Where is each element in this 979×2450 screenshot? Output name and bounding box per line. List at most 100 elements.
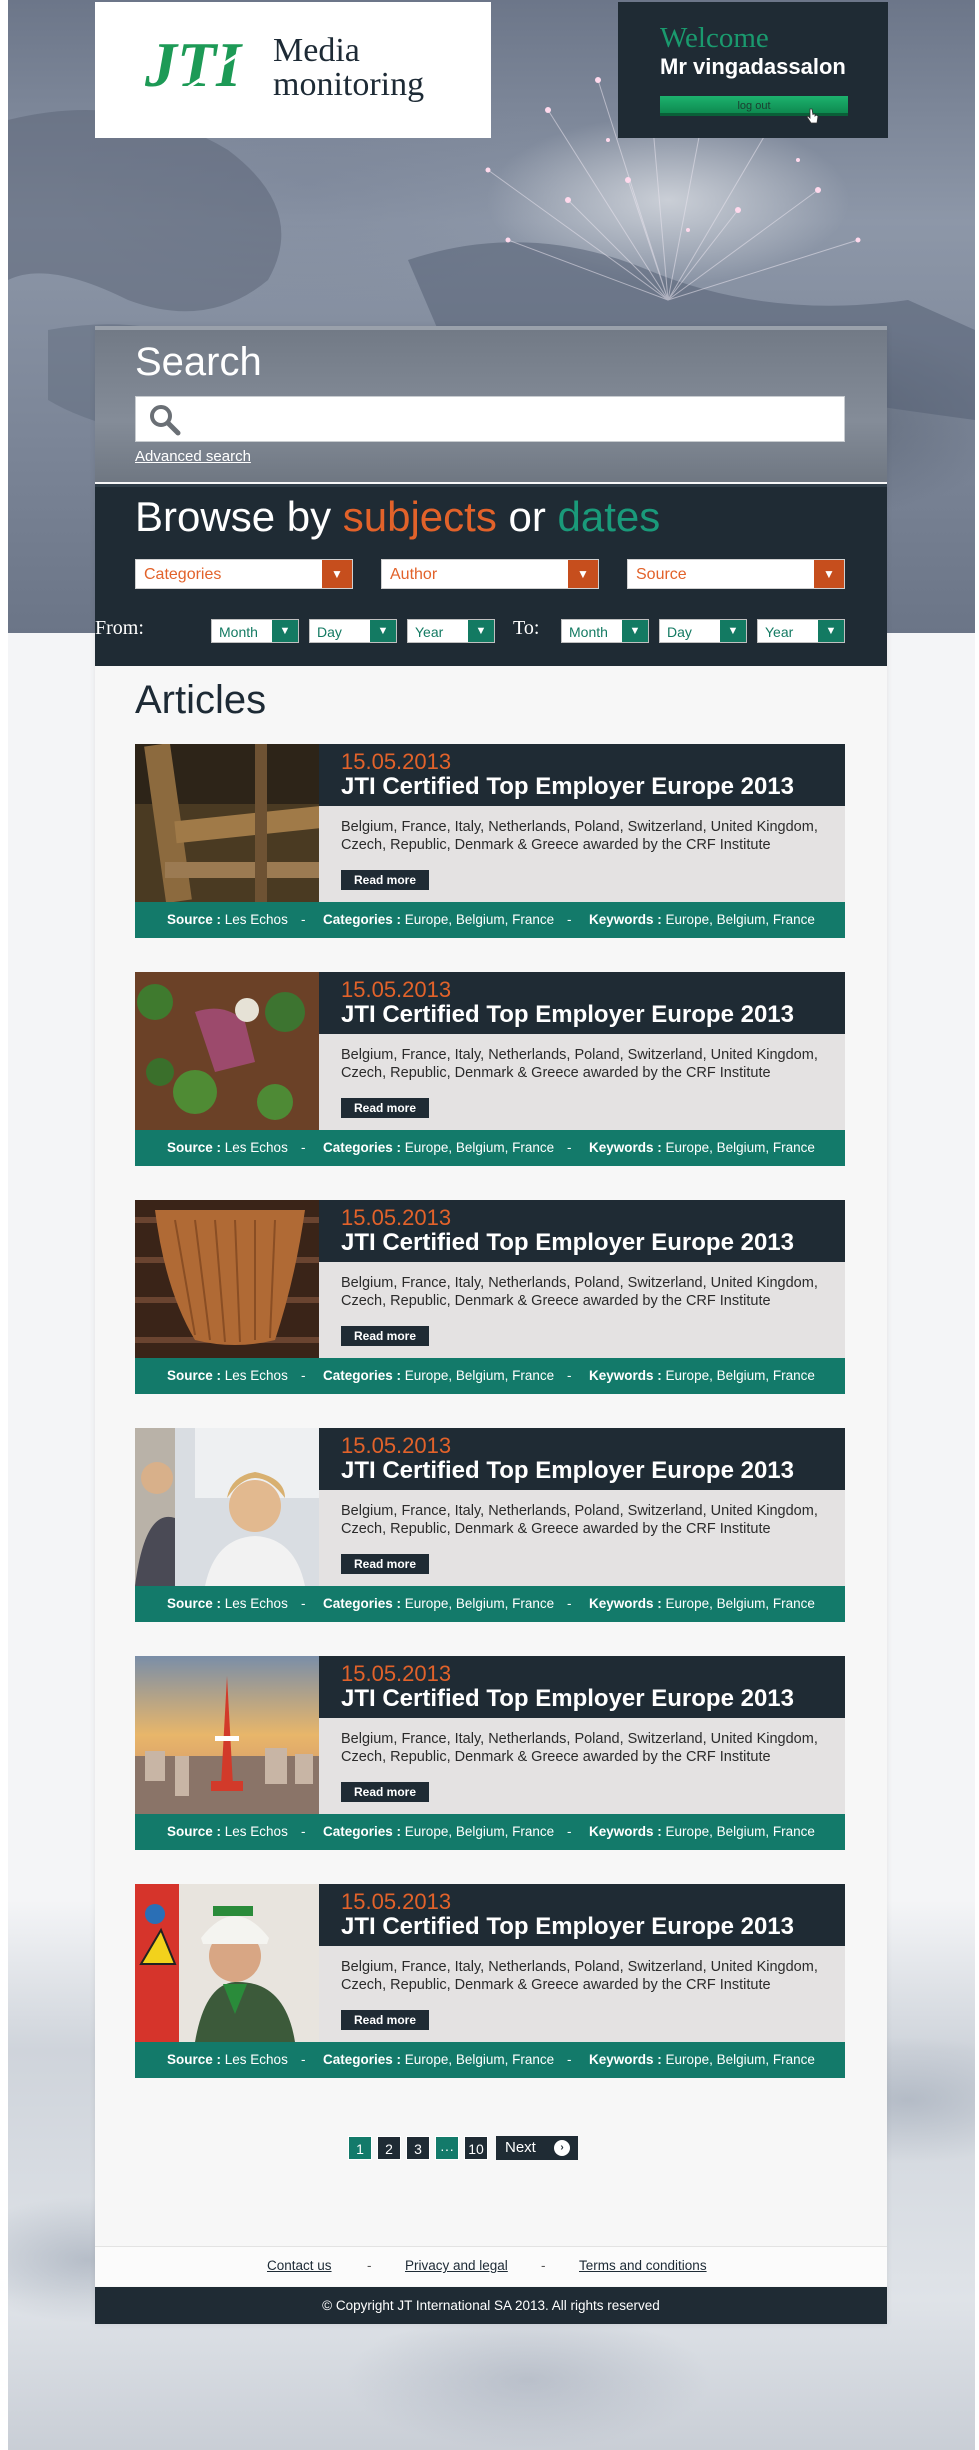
chevron-down-icon: ▼	[818, 620, 844, 642]
article-title[interactable]: JTI Certified Top Employer Europe 2013	[341, 773, 794, 801]
source-label: Source :	[167, 1596, 222, 1611]
article-header: 15.05.2013 JTI Certified Top Employer Eu…	[319, 972, 845, 1034]
browse-section: Browse by subjects or dates Categories ▼…	[95, 484, 887, 666]
to-month-select[interactable]: Month ▼	[561, 619, 649, 643]
keywords-label: Keywords :	[589, 2052, 662, 2067]
article-thumbnail[interactable]	[135, 1428, 319, 1586]
article-thumbnail[interactable]	[135, 1200, 319, 1358]
source-label: Source :	[167, 1140, 222, 1155]
from-month-select[interactable]: Month ▼	[211, 619, 299, 643]
article-thumbnail[interactable]	[135, 1884, 319, 2042]
chevron-down-icon: ▼	[322, 560, 352, 588]
keywords-value: Europe, Belgium, France	[665, 1368, 815, 1383]
article-date: 15.05.2013	[341, 749, 452, 774]
to-label: To:	[513, 617, 540, 639]
svg-text:JTI: JTI	[145, 30, 243, 100]
to-day-label: Day	[667, 624, 692, 640]
page-2-button[interactable]: 2	[377, 2136, 401, 2160]
categories-label: Categories :	[323, 1368, 402, 1383]
terms-link[interactable]: Terms and conditions	[579, 2258, 707, 2273]
source-select[interactable]: Source ▼	[627, 559, 845, 589]
article-header: 15.05.2013 JTI Certified Top Employer Eu…	[319, 1428, 845, 1490]
article-title[interactable]: JTI Certified Top Employer Europe 2013	[341, 1001, 794, 1029]
footer-links: Contact us - Privacy and legal - Terms a…	[95, 2246, 887, 2286]
read-more-button[interactable]: Read more	[341, 1098, 429, 1118]
source-label: Source :	[167, 2052, 222, 2067]
from-year-select[interactable]: Year ▼	[407, 619, 495, 643]
article-date: 15.05.2013	[341, 1889, 452, 1914]
meta-separator: -	[301, 912, 306, 927]
page-10-button[interactable]: 10	[464, 2136, 488, 2160]
source-value: Les Echos	[224, 1140, 288, 1155]
categories-label: Categories :	[323, 2052, 402, 2067]
article-keywords: Keywords : Europe, Belgium, France	[589, 2042, 815, 2078]
read-more-button[interactable]: Read more	[341, 1326, 429, 1346]
to-year-label: Year	[765, 624, 794, 640]
meta-separator: -	[301, 2052, 306, 2067]
page-1-button[interactable]: 1	[348, 2136, 372, 2160]
to-year-select[interactable]: Year ▼	[757, 619, 845, 643]
article-thumbnail[interactable]	[135, 1656, 319, 1814]
source-label: Source :	[167, 1824, 222, 1839]
article-source: Source : Les Echos	[167, 1358, 288, 1394]
article-keywords: Keywords : Europe, Belgium, France	[589, 1814, 815, 1850]
advanced-search-link[interactable]: Advanced search	[135, 448, 251, 465]
source-select-label: Source	[636, 566, 687, 583]
browse-title: Browse by subjects or dates	[135, 493, 660, 541]
source-value: Les Echos	[224, 2052, 288, 2067]
article-body: Belgium, France, Italy, Netherlands, Pol…	[319, 1490, 845, 1586]
article-body: Belgium, France, Italy, Netherlands, Pol…	[319, 1262, 845, 1358]
page-3-button[interactable]: 3	[406, 2136, 430, 2160]
article-title[interactable]: JTI Certified Top Employer Europe 2013	[341, 1685, 794, 1713]
read-more-button[interactable]: Read more	[341, 870, 429, 890]
article-body: Belgium, France, Italy, Netherlands, Pol…	[319, 1946, 845, 2042]
articles-heading: Articles	[135, 678, 267, 722]
source-label: Source :	[167, 912, 222, 927]
read-more-button[interactable]: Read more	[341, 1554, 429, 1574]
article-meta: Source : Les Echos - Categories : Europe…	[135, 1130, 845, 1166]
footer-separator: -	[541, 2258, 546, 2273]
from-day-select[interactable]: Day ▼	[309, 619, 397, 643]
source-value: Les Echos	[224, 1368, 288, 1383]
article-meta: Source : Les Echos - Categories : Europe…	[135, 2042, 845, 2078]
article-categories: Categories : Europe, Belgium, France	[323, 1358, 554, 1394]
article-description: Belgium, France, Italy, Netherlands, Pol…	[341, 1731, 818, 1765]
meta-separator: -	[301, 1140, 306, 1155]
article-title[interactable]: JTI Certified Top Employer Europe 2013	[341, 1457, 794, 1485]
article-thumbnail[interactable]	[135, 744, 319, 902]
to-day-select[interactable]: Day ▼	[659, 619, 747, 643]
logo[interactable]: JTI Media monitoring	[95, 2, 491, 138]
article-title[interactable]: JTI Certified Top Employer Europe 2013	[341, 1913, 794, 1941]
article-title[interactable]: JTI Certified Top Employer Europe 2013	[341, 1229, 794, 1257]
copyright: © Copyright JT International SA 2013. Al…	[95, 2287, 887, 2324]
user-name: Mr vingadassalon	[660, 54, 846, 79]
article-header: 15.05.2013 JTI Certified Top Employer Eu…	[319, 1884, 845, 1946]
logo-line1: Media	[273, 32, 360, 69]
article-date: 15.05.2013	[341, 1661, 452, 1686]
hand-cursor-icon	[806, 108, 819, 124]
article-categories: Categories : Europe, Belgium, France	[323, 902, 554, 938]
categories-value: Europe, Belgium, France	[404, 1368, 555, 1383]
search-section: Search Advanced search	[95, 326, 887, 482]
read-more-button[interactable]: Read more	[341, 1782, 429, 1802]
contact-link[interactable]: Contact us	[267, 2258, 332, 2273]
chevron-down-icon: ▼	[370, 620, 396, 642]
article-thumbnail[interactable]	[135, 972, 319, 1130]
keywords-label: Keywords :	[589, 1596, 662, 1611]
article-date: 15.05.2013	[341, 1433, 452, 1458]
keywords-label: Keywords :	[589, 1140, 662, 1155]
content-panel: Search Advanced search Browse by subject…	[95, 326, 887, 2324]
chevron-down-icon: ▼	[468, 620, 494, 642]
meta-separator: -	[567, 2052, 572, 2067]
privacy-link[interactable]: Privacy and legal	[405, 2258, 508, 2273]
author-select[interactable]: Author ▼	[381, 559, 599, 589]
search-input[interactable]	[135, 396, 845, 442]
read-more-button[interactable]: Read more	[341, 2010, 429, 2030]
next-page-button[interactable]: Next ›	[496, 2136, 578, 2160]
browse-title-or: or	[496, 493, 558, 540]
article-date: 15.05.2013	[341, 977, 452, 1002]
categories-select[interactable]: Categories ▼	[135, 559, 353, 589]
article-body: Belgium, France, Italy, Netherlands, Pol…	[319, 806, 845, 902]
categories-label: Categories :	[323, 1824, 402, 1839]
article-description: Belgium, France, Italy, Netherlands, Pol…	[341, 1503, 818, 1537]
